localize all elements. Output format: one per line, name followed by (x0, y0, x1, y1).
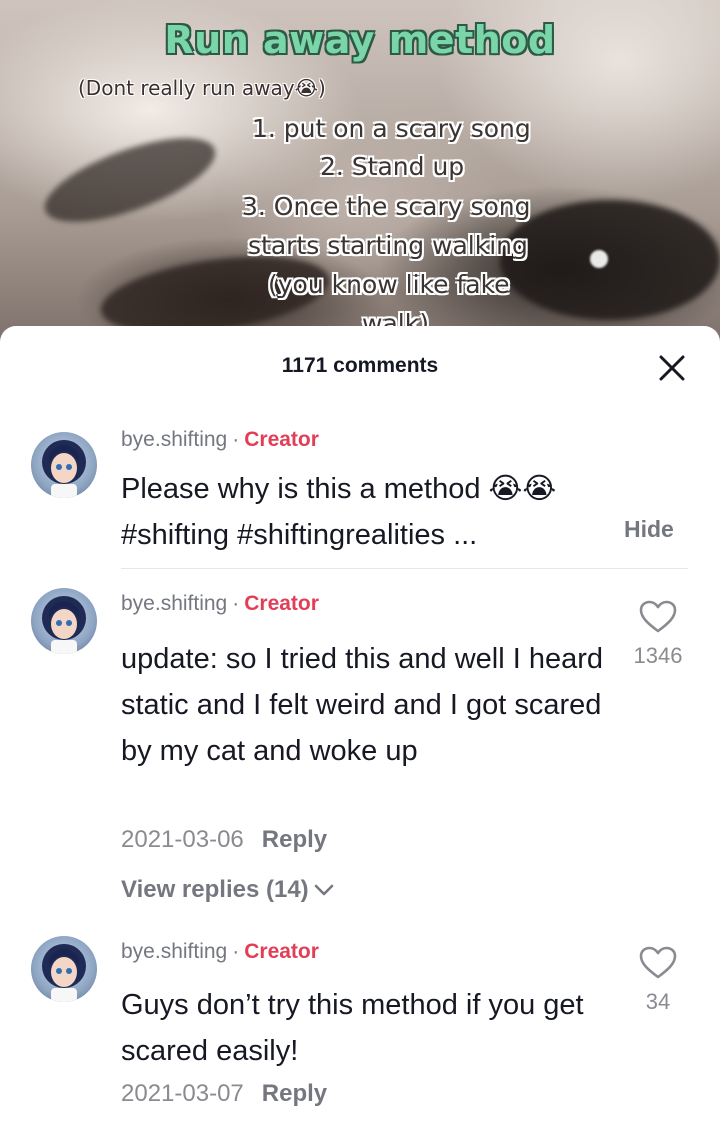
close-button[interactable] (652, 348, 692, 388)
comment-text: Please why is this a method 😭😭 #shifting… (121, 473, 557, 551)
separator-dot: · (232, 940, 240, 963)
comment-meta: 2021-03-07 Reply (121, 1080, 327, 1108)
hide-button[interactable]: Hide (624, 516, 674, 543)
like-button[interactable]: 1346 (618, 600, 698, 669)
comment-username[interactable]: bye.shifting (121, 940, 227, 963)
comment-item: bye.shifting · Creator Guys don’t try this… (0, 932, 720, 1132)
comment-item: bye.shifting · Creator Please why is this … (0, 420, 720, 570)
comment-username[interactable]: bye.shifting (121, 428, 227, 451)
reply-button[interactable]: Reply (262, 826, 327, 853)
like-button[interactable]: 34 (618, 946, 698, 1015)
comment-meta: 2021-03-06 Reply (121, 826, 327, 854)
video-caption-line: 3. Once the scary song (242, 192, 531, 221)
avatar[interactable] (31, 588, 97, 654)
like-count: 34 (645, 989, 671, 1014)
heart-icon (639, 946, 677, 979)
video-caption-line: starts starting walking (248, 231, 528, 260)
video-caption-line: (you know like fake (268, 270, 510, 299)
comment-author-row: bye.shifting · Creator (121, 592, 319, 616)
chevron-down-icon (314, 884, 333, 896)
comment-item: bye.shifting · Creator update: so I tried … (0, 584, 720, 914)
cat-fur-shape (35, 121, 225, 239)
comment-username[interactable]: bye.shifting (121, 592, 227, 615)
avatar[interactable] (31, 432, 97, 498)
view-replies-button[interactable]: View replies (14) (121, 876, 335, 904)
comments-sheet: 1171 comments bye.shifting · Creator Pleas… (0, 326, 720, 1132)
video-caption-line: 1. put on a scary song (252, 114, 531, 143)
heart-icon (639, 600, 677, 633)
avatar-image (42, 440, 86, 498)
video-title: Run away method (164, 18, 556, 62)
comment-author-row: bye.shifting · Creator (121, 940, 319, 964)
comment-date: 2021-03-07 (121, 1080, 244, 1107)
comment-text: update: so I tried this and well I heard… (121, 643, 604, 767)
divider (121, 568, 688, 569)
comment-author-row: bye.shifting · Creator (121, 428, 319, 452)
comments-header: 1171 comments (0, 326, 720, 406)
cat-eye-shape (500, 200, 720, 320)
separator-dot: · (232, 592, 240, 615)
comment-count: 1171 comments (281, 354, 439, 377)
eye-reflection (590, 250, 608, 268)
comment-text: Guys don’t try this method if you get sc… (121, 989, 584, 1067)
close-icon (659, 355, 685, 381)
creator-badge: Creator (244, 592, 319, 615)
video-background: Run away method (Dont really run away😭) … (0, 0, 720, 345)
view-replies-label: View replies (14) (121, 876, 309, 903)
like-count: 1346 (633, 643, 683, 668)
avatar-image (42, 596, 86, 654)
avatar-image (42, 944, 86, 1002)
avatar[interactable] (31, 936, 97, 1002)
reply-button[interactable]: Reply (262, 1080, 327, 1107)
video-caption-line: 2. Stand up (320, 152, 465, 181)
comment-date: 2021-03-06 (121, 826, 244, 853)
creator-badge: Creator (244, 428, 319, 451)
creator-badge: Creator (244, 940, 319, 963)
separator-dot: · (232, 428, 240, 451)
video-subtitle: (Dont really run away😭) (78, 76, 326, 100)
